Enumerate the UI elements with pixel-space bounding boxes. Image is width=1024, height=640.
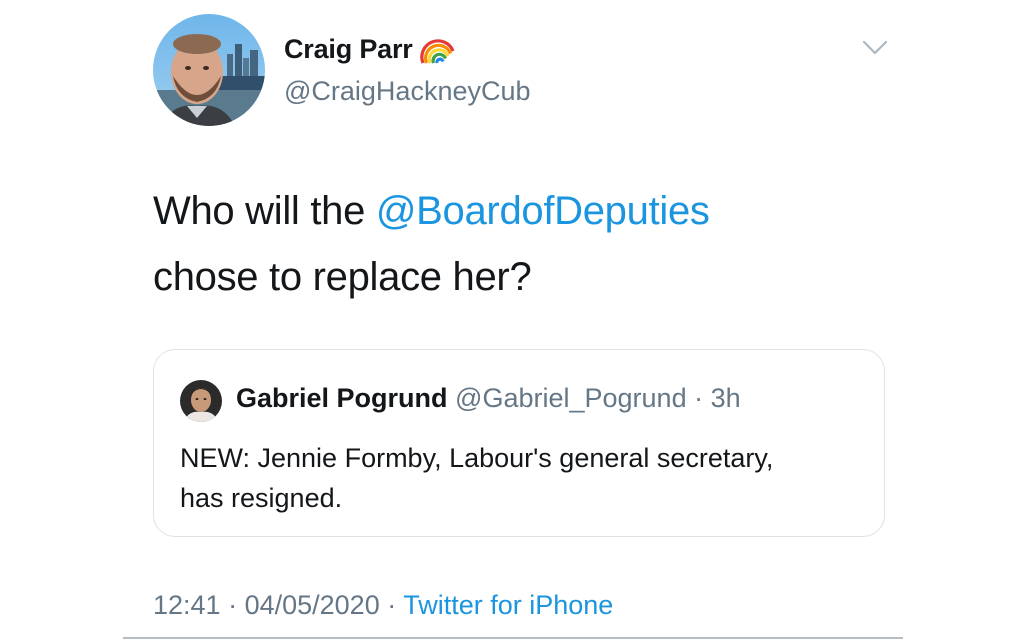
quoted-avatar-photo-icon bbox=[180, 380, 222, 422]
meta-separator-2: · bbox=[379, 590, 404, 620]
tweet-time: 12:41 bbox=[153, 590, 221, 620]
tweet-text-after: chose to replace her? bbox=[153, 255, 532, 299]
quoted-text: NEW: Jennie Formby, Labour's general sec… bbox=[180, 443, 774, 513]
quoted-author-avatar bbox=[180, 380, 222, 422]
author-avatar[interactable] bbox=[153, 14, 265, 126]
author-name-row[interactable]: Craig Parr bbox=[284, 34, 455, 65]
divider bbox=[123, 637, 903, 639]
tweet-card: Craig Parr @CraigHackneyCub Who will the… bbox=[0, 0, 1024, 640]
tweet-source-link[interactable]: Twitter for iPhone bbox=[403, 590, 613, 620]
author-handle[interactable]: @CraigHackneyCub bbox=[284, 76, 531, 107]
quoted-author-handle[interactable]: @Gabriel_Pogrund bbox=[455, 383, 687, 413]
quoted-time: 3h bbox=[710, 383, 741, 413]
quoted-tweet[interactable]: Gabriel Pogrund @Gabriel_Pogrund · 3h NE… bbox=[153, 349, 885, 537]
meta-separator-1: · bbox=[220, 590, 245, 620]
author-name[interactable]: Craig Parr bbox=[284, 34, 413, 65]
quoted-separator: · bbox=[694, 383, 704, 413]
quoted-author-name[interactable]: Gabriel Pogrund bbox=[236, 383, 448, 413]
tweet-text-before: Who will the bbox=[153, 189, 376, 233]
quoted-header: Gabriel Pogrund @Gabriel_Pogrund · 3h bbox=[236, 383, 741, 414]
tweet-meta: 12:41 · 04/05/2020 · Twitter for iPhone bbox=[153, 590, 613, 621]
mention-link[interactable]: @BoardofDeputies bbox=[376, 189, 710, 233]
chevron-down-icon[interactable] bbox=[860, 36, 890, 58]
avatar-photo-icon bbox=[153, 14, 265, 126]
rainbow-icon bbox=[419, 35, 455, 65]
tweet-date: 04/05/2020 bbox=[244, 590, 380, 620]
tweet-text: Who will the @BoardofDeputies chose to r… bbox=[153, 178, 913, 310]
